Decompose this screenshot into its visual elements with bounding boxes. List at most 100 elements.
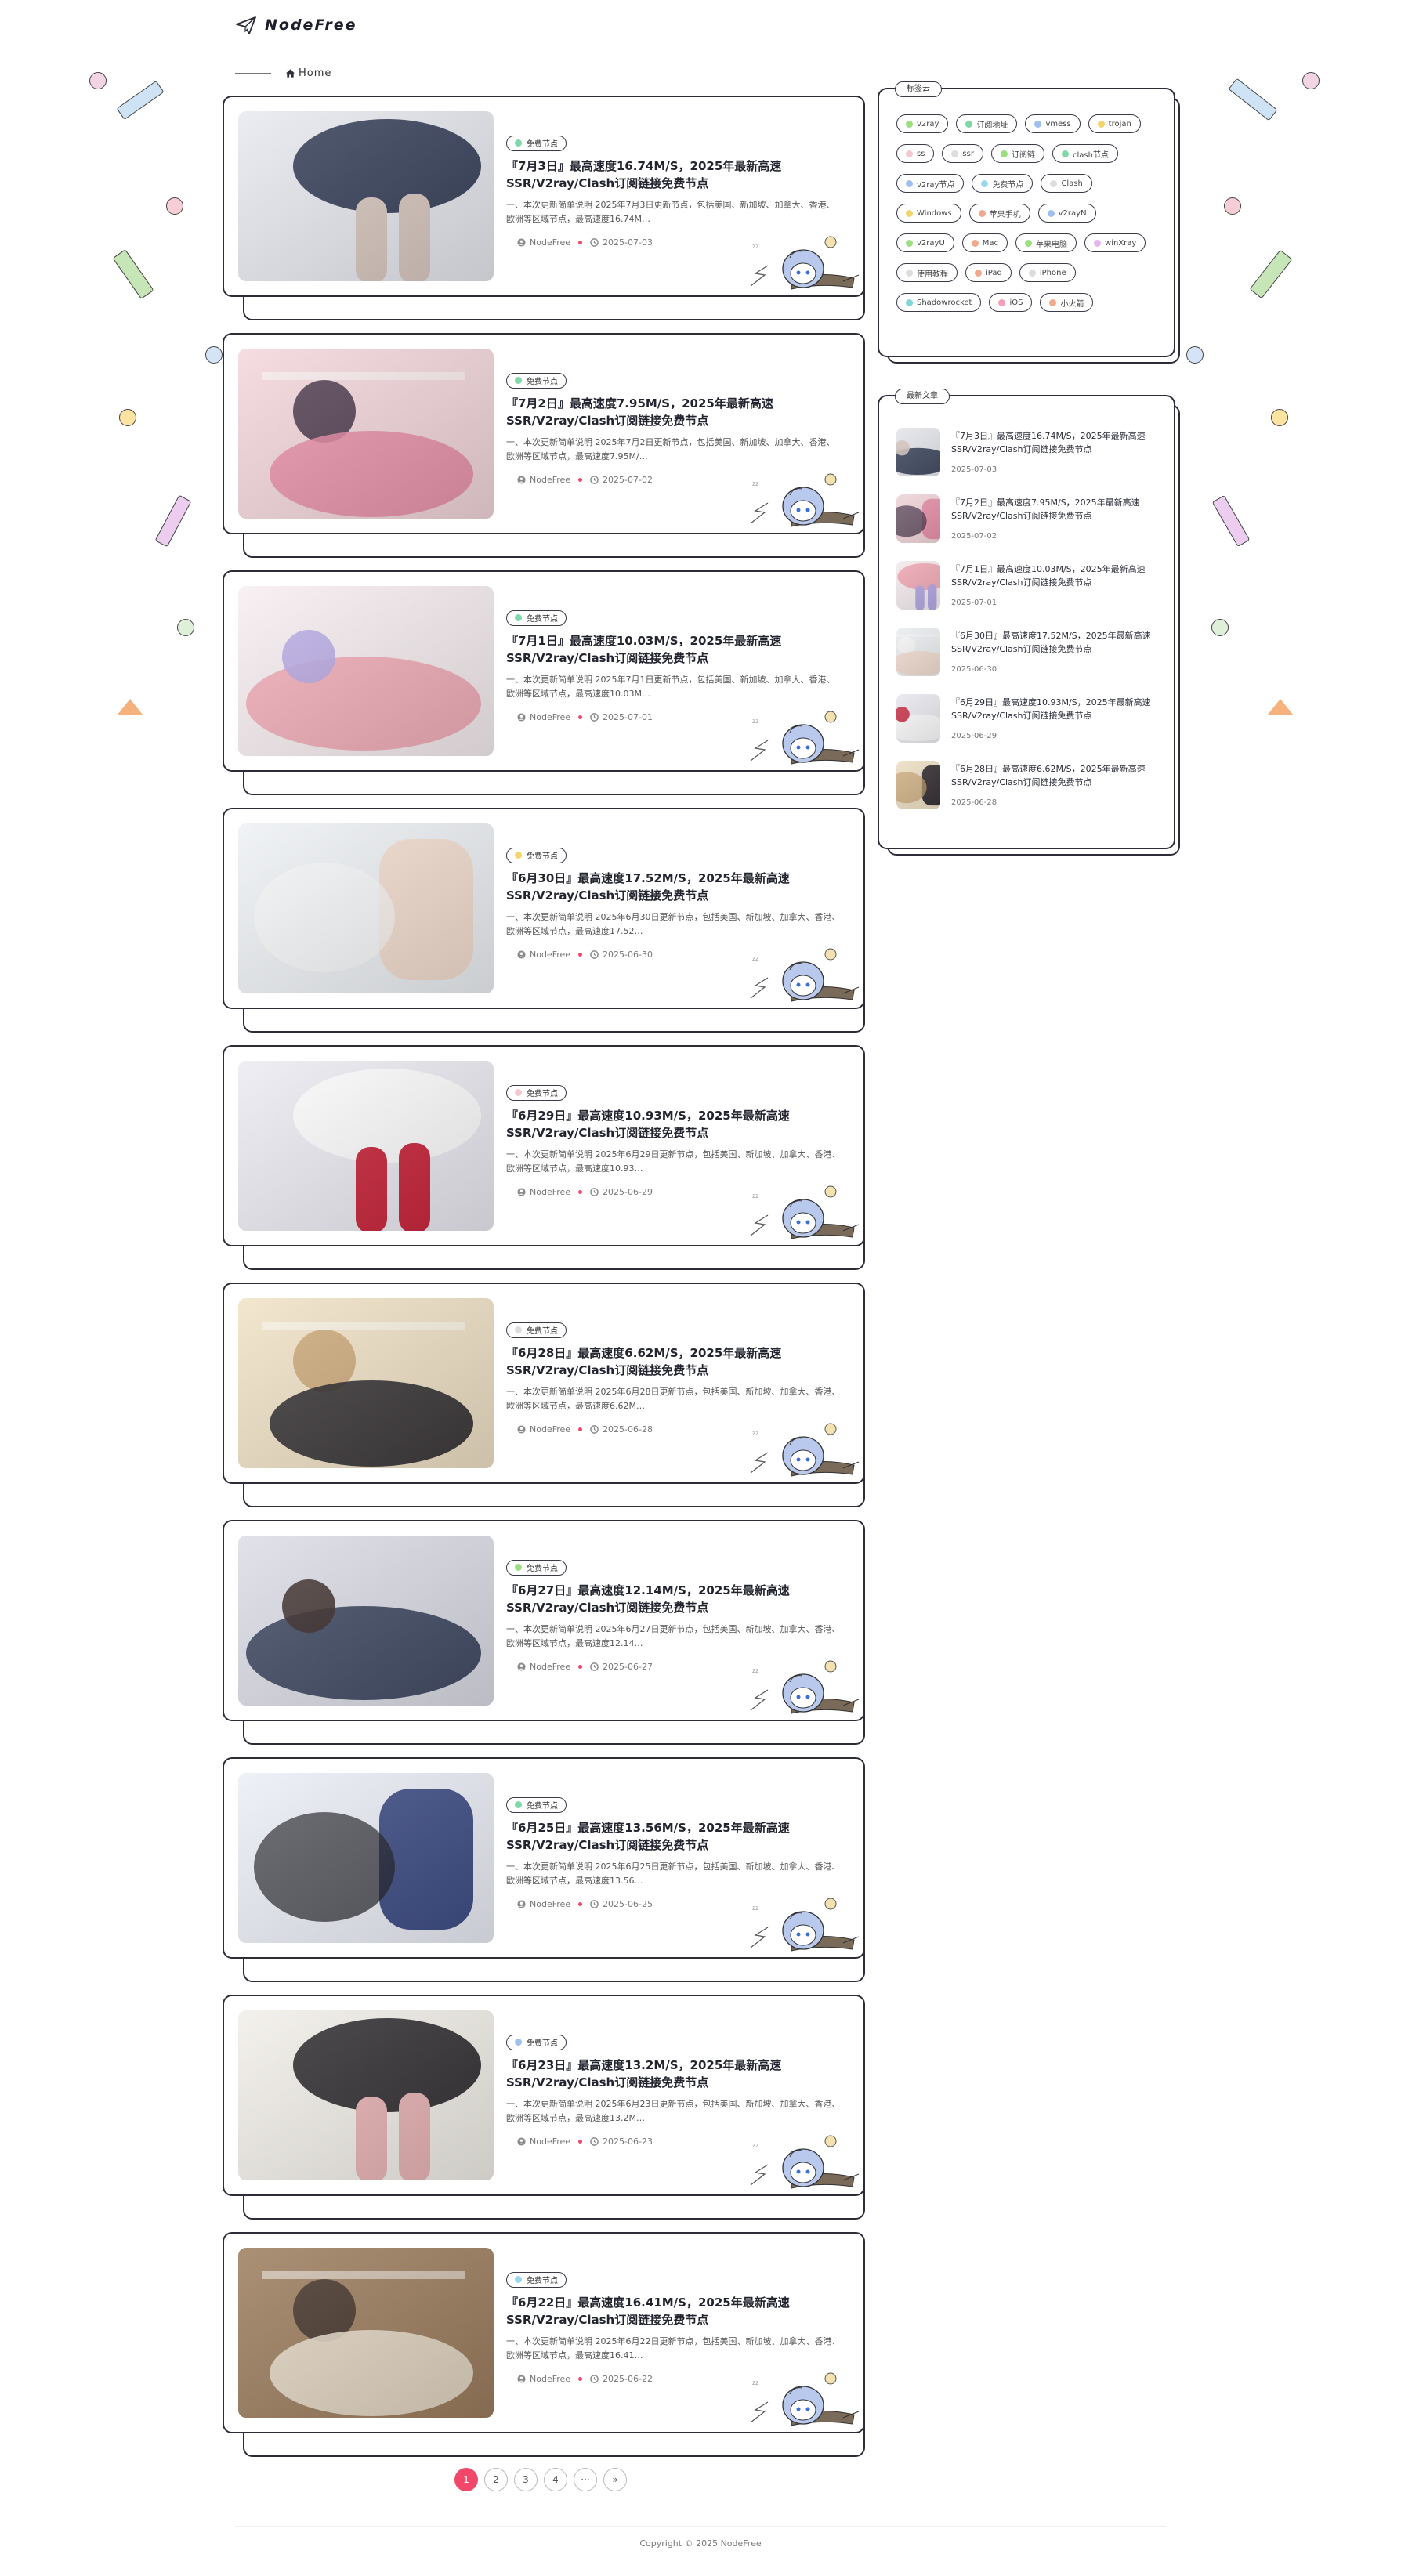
post-title[interactable]: 『7月2日』最高速度7.95M/S，2025年最新高速SSR/V2ray/Cla…	[506, 395, 820, 429]
post-card-panel[interactable]: 免费节点 『6月30日』最高速度17.52M/S，2025年最新高速SSR/V2…	[223, 808, 865, 1009]
tag-cloud-item[interactable]: v2ray节点	[896, 174, 965, 193]
post-title[interactable]: 『6月23日』最高速度13.2M/S，2025年最新高速SSR/V2ray/Cl…	[506, 2057, 820, 2091]
tag-cloud-item[interactable]: ssr	[942, 144, 983, 163]
post-card-panel[interactable]: 免费节点 『7月2日』最高速度7.95M/S，2025年最新高速SSR/V2ra…	[223, 333, 865, 534]
tag-cloud-item[interactable]: Mac	[961, 233, 1008, 252]
site-name[interactable]: NodeFree	[265, 16, 357, 34]
post-card-panel[interactable]: 免费节点 『6月28日』最高速度6.62M/S，2025年最新高速SSR/V2r…	[223, 1283, 865, 1484]
post-thumbnail[interactable]	[238, 586, 494, 756]
post-category-tag[interactable]: 免费节点	[506, 2034, 567, 2050]
post-author[interactable]: NodeFree	[517, 237, 570, 248]
post-category-tag[interactable]: 免费节点	[506, 135, 567, 151]
recent-post-title[interactable]: 『7月2日』最高速度7.95M/S，2025年最新高速SSR/V2ray/Cla…	[951, 496, 1157, 523]
tag-cloud-item[interactable]: 苹果电脑	[1015, 233, 1077, 252]
tag-cloud-item[interactable]: v2rayU	[896, 233, 954, 252]
post-author[interactable]: NodeFree	[517, 2374, 570, 2384]
tag-cloud-item[interactable]: winXray	[1084, 233, 1146, 252]
post-title[interactable]: 『6月25日』最高速度13.56M/S，2025年最新高速SSR/V2ray/C…	[506, 1819, 820, 1854]
page-button[interactable]: 2	[484, 2468, 508, 2491]
tag-cloud-item[interactable]: 小火箭	[1040, 293, 1094, 312]
tag-cloud-item[interactable]: v2ray	[896, 114, 949, 133]
recent-post-title[interactable]: 『6月30日』最高速度17.52M/S，2025年最新高速SSR/V2ray/C…	[951, 629, 1157, 656]
next-page-button[interactable]: »	[603, 2468, 627, 2491]
post-title[interactable]: 『6月22日』最高速度16.41M/S，2025年最新高速SSR/V2ray/C…	[506, 2294, 820, 2328]
tag-cloud-item[interactable]: vmess	[1025, 114, 1081, 133]
tag-cloud-item[interactable]: Shadowrocket	[896, 293, 982, 312]
post-author[interactable]: NodeFree	[517, 712, 570, 722]
post-author[interactable]: NodeFree	[517, 475, 570, 485]
recent-post-item[interactable]: 『7月2日』最高速度7.95M/S，2025年最新高速SSR/V2ray/Cla…	[896, 494, 1160, 561]
tag-cloud-item[interactable]: iPhone	[1019, 263, 1076, 282]
post-thumbnail[interactable]	[238, 1061, 494, 1231]
post-category-tag[interactable]: 免费节点	[506, 1322, 567, 1338]
post-category-tag[interactable]: 免费节点	[506, 847, 567, 863]
post-card-panel[interactable]: 免费节点 『6月29日』最高速度10.93M/S，2025年最新高速SSR/V2…	[223, 1045, 865, 1246]
post-card-panel[interactable]: 免费节点 『7月1日』最高速度10.03M/S，2025年最新高速SSR/V2r…	[223, 570, 865, 772]
post-title[interactable]: 『6月29日』最高速度10.93M/S，2025年最新高速SSR/V2ray/C…	[506, 1107, 820, 1141]
post-thumbnail[interactable]	[238, 2010, 494, 2180]
recent-post-item[interactable]: 『7月3日』最高速度16.74M/S，2025年最新高速SSR/V2ray/Cl…	[896, 428, 1160, 494]
page-button[interactable]: 4	[544, 2468, 567, 2491]
post-category-tag[interactable]: 免费节点	[506, 610, 567, 626]
post-card-panel[interactable]: 免费节点 『6月23日』最高速度13.2M/S，2025年最新高速SSR/V2r…	[223, 1995, 865, 2196]
tag-cloud-item[interactable]: 订阅地址	[956, 114, 1018, 133]
tag-cloud-item[interactable]: 使用教程	[896, 263, 958, 282]
tag-cloud-item[interactable]: ss	[896, 144, 935, 163]
tag-cloud-item[interactable]: 苹果手机	[968, 204, 1030, 223]
post-thumbnail[interactable]	[238, 823, 494, 993]
post-category-tag[interactable]: 免费节点	[506, 1559, 567, 1576]
recent-post-title[interactable]: 『6月29日』最高速度10.93M/S，2025年最新高速SSR/V2ray/C…	[951, 696, 1157, 722]
page-button[interactable]: 1	[454, 2468, 478, 2491]
post-category-tag[interactable]: 免费节点	[506, 1796, 567, 1813]
post-card-panel[interactable]: 免费节点 『7月3日』最高速度16.74M/S，2025年最新高速SSR/V2r…	[223, 96, 865, 297]
post-category-tag[interactable]: 免费节点	[506, 372, 567, 389]
breadcrumb-home-link[interactable]: Home	[285, 67, 331, 79]
post-thumbnail[interactable]	[238, 1536, 494, 1706]
post-author[interactable]: NodeFree	[517, 2136, 570, 2147]
recent-post-title[interactable]: 『7月1日』最高速度10.03M/S，2025年最新高速SSR/V2ray/Cl…	[951, 563, 1157, 589]
tag-cloud-item[interactable]: 订阅链	[990, 144, 1044, 163]
tag-cloud-item[interactable]: iPad	[965, 263, 1012, 282]
recent-post-title[interactable]: 『7月3日』最高速度16.74M/S，2025年最新高速SSR/V2ray/Cl…	[951, 429, 1157, 456]
recent-post-thumbnail[interactable]	[896, 761, 940, 809]
tag-cloud-item[interactable]: Clash	[1041, 174, 1092, 193]
recent-post-thumbnail[interactable]	[896, 561, 940, 610]
post-thumbnail[interactable]	[238, 111, 494, 281]
tag-cloud-item[interactable]: trojan	[1088, 114, 1141, 133]
post-title[interactable]: 『7月3日』最高速度16.74M/S，2025年最新高速SSR/V2ray/Cl…	[506, 157, 820, 192]
post-category-tag[interactable]: 免费节点	[506, 1084, 567, 1101]
post-category-tag[interactable]: 免费节点	[506, 2271, 567, 2288]
post-thumbnail[interactable]	[238, 2248, 494, 2418]
recent-post-item[interactable]: 『6月28日』最高速度6.62M/S，2025年最新高速SSR/V2ray/Cl…	[896, 761, 1160, 827]
recent-post-thumbnail[interactable]	[896, 628, 940, 676]
recent-post-item[interactable]: 『7月1日』最高速度10.03M/S，2025年最新高速SSR/V2ray/Cl…	[896, 561, 1160, 628]
post-title[interactable]: 『7月1日』最高速度10.03M/S，2025年最新高速SSR/V2ray/Cl…	[506, 632, 820, 667]
recent-post-item[interactable]: 『6月29日』最高速度10.93M/S，2025年最新高速SSR/V2ray/C…	[896, 694, 1160, 761]
page-button[interactable]: 3	[514, 2468, 538, 2491]
recent-post-thumbnail[interactable]	[896, 494, 940, 543]
post-author[interactable]: NodeFree	[517, 950, 570, 960]
post-title[interactable]: 『6月27日』最高速度12.14M/S，2025年最新高速SSR/V2ray/C…	[506, 1582, 820, 1616]
post-thumbnail[interactable]	[238, 349, 494, 519]
post-author[interactable]: NodeFree	[517, 1187, 570, 1197]
post-author[interactable]: NodeFree	[517, 1424, 570, 1435]
paper-plane-logo-icon[interactable]	[235, 14, 257, 36]
post-card-panel[interactable]: 免费节点 『6月25日』最高速度13.56M/S，2025年最新高速SSR/V2…	[223, 1757, 865, 1959]
tag-cloud-item[interactable]: 免费节点	[972, 174, 1034, 193]
post-thumbnail[interactable]	[238, 1773, 494, 1943]
recent-post-thumbnail[interactable]	[896, 428, 940, 476]
tag-cloud-item[interactable]: v2rayN	[1037, 204, 1096, 223]
post-thumbnail[interactable]	[238, 1298, 494, 1468]
tag-cloud-item[interactable]: clash节点	[1052, 144, 1118, 163]
recent-post-item[interactable]: 『6月30日』最高速度17.52M/S，2025年最新高速SSR/V2ray/C…	[896, 628, 1160, 694]
post-author[interactable]: NodeFree	[517, 1662, 570, 1672]
post-title[interactable]: 『6月28日』最高速度6.62M/S，2025年最新高速SSR/V2ray/Cl…	[506, 1344, 820, 1379]
post-card-panel[interactable]: 免费节点 『6月22日』最高速度16.41M/S，2025年最新高速SSR/V2…	[223, 2232, 865, 2433]
tag-cloud-item[interactable]: Windows	[896, 204, 961, 223]
tag-cloud-item[interactable]: iOS	[989, 293, 1033, 312]
post-author[interactable]: NodeFree	[517, 1899, 570, 1909]
recent-post-title[interactable]: 『6月28日』最高速度6.62M/S，2025年最新高速SSR/V2ray/Cl…	[951, 762, 1157, 789]
post-title[interactable]: 『6月30日』最高速度17.52M/S，2025年最新高速SSR/V2ray/C…	[506, 870, 820, 904]
recent-post-thumbnail[interactable]	[896, 694, 940, 743]
post-card-panel[interactable]: 免费节点 『6月27日』最高速度12.14M/S，2025年最新高速SSR/V2…	[223, 1520, 865, 1721]
